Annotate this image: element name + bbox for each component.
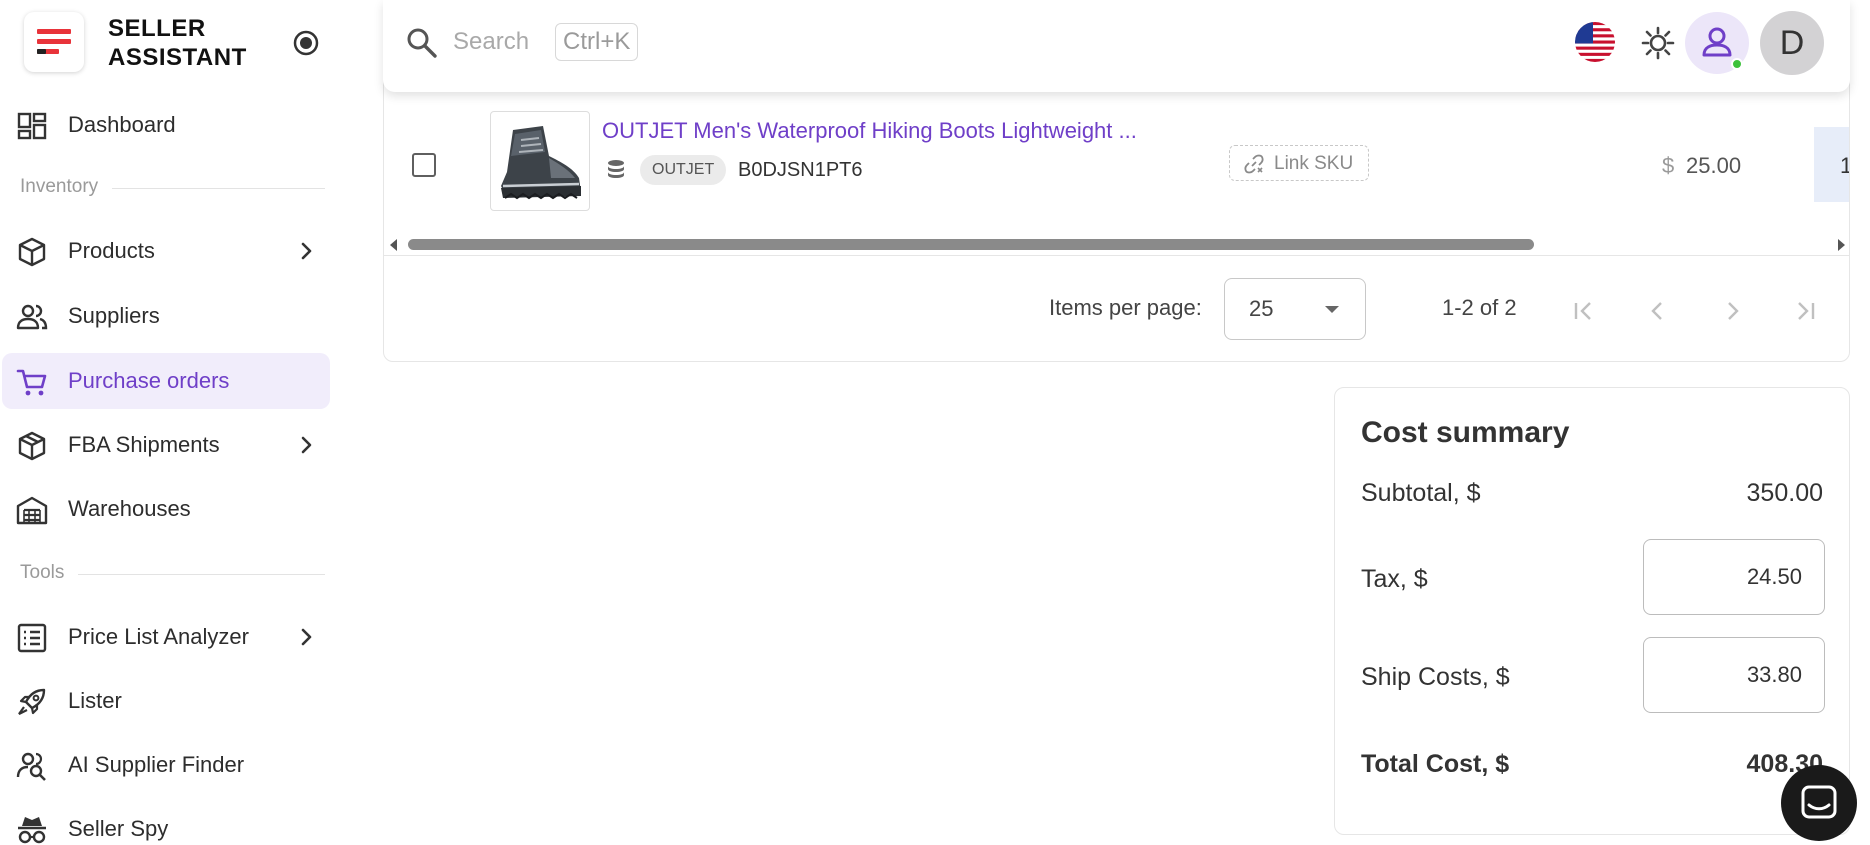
section-label: Tools [20, 562, 79, 584]
subtotal-value: 350.00 [1746, 479, 1823, 507]
cost-summary-card: Cost summary Subtotal, $ 350.00 Tax, $ S… [1334, 387, 1850, 835]
sidebar-item-purchase-orders[interactable]: Purchase orders [2, 353, 330, 409]
sidebar-item-label: Suppliers [68, 303, 160, 328]
horizontal-scrollbar[interactable] [384, 233, 1849, 257]
rocket-icon [18, 688, 46, 715]
total-cost-label: Total Cost, $ [1361, 750, 1510, 778]
radio-toggle-icon [293, 30, 319, 56]
sidebar-item-label: Products [68, 238, 155, 263]
sidebar-item-products[interactable]: Products [2, 223, 330, 279]
box-icon [18, 237, 46, 267]
items-per-page-label: Items per page: [1049, 295, 1202, 320]
search-shortcut-hint: Ctrl+K [555, 23, 639, 61]
list-icon [17, 623, 47, 653]
sidebar-collapse-toggle[interactable] [292, 29, 320, 57]
avatar[interactable]: D [1760, 11, 1824, 75]
package-icon [18, 431, 46, 461]
database-icon [608, 160, 624, 178]
support-chat-button[interactable] [1781, 765, 1857, 841]
tax-label: Tax, $ [1361, 565, 1428, 593]
unit-price: 25.00 [1686, 153, 1742, 178]
table-row[interactable]: OUTJET Men's Waterproof Hiking Boots Lig… [384, 101, 1849, 228]
sidebar-item-label: Dashboard [68, 112, 176, 137]
section-tools: Tools [20, 562, 325, 586]
sidebar-item-label: Seller Spy [68, 816, 169, 841]
search-icon [407, 28, 437, 58]
sidebar-item-label: Purchase orders [68, 368, 230, 393]
scroll-right-arrow[interactable] [1838, 239, 1845, 251]
tax-field[interactable] [1643, 539, 1825, 615]
product-title-link[interactable]: OUTJET Men's Waterproof Hiking Boots Lig… [602, 118, 1137, 144]
prev-page-icon[interactable] [1644, 297, 1672, 325]
sidebar-item-warehouses[interactable]: Warehouses [2, 481, 330, 537]
asin-label: B0DJSN1PT6 [738, 159, 863, 181]
brightness-icon[interactable] [1640, 25, 1676, 61]
chevron-right-icon [301, 436, 312, 454]
online-status-dot [1731, 58, 1743, 70]
subtotal-label: Subtotal, $ [1361, 479, 1481, 507]
caret-down-icon [1325, 306, 1339, 313]
app-root: SELLER ASSISTANT Dashboard Inventory Pro… [0, 0, 1870, 845]
quantity-value: 1 [1840, 153, 1849, 179]
language-selector[interactable] [1575, 22, 1615, 62]
first-page-icon[interactable] [1569, 297, 1597, 325]
sidebar-item-dashboard[interactable]: Dashboard [2, 97, 330, 153]
brand-logo[interactable] [24, 12, 84, 72]
sidebar-item-ai-supplier-finder[interactable]: AI Supplier Finder [2, 737, 330, 793]
brand-name: SELLER ASSISTANT [108, 14, 247, 72]
sidebar-item-label: Warehouses [68, 496, 191, 521]
link-icon [1244, 154, 1264, 174]
link-sku-button[interactable]: Link SKU [1229, 145, 1369, 181]
items-per-page-select[interactable]: 25 [1224, 278, 1366, 340]
brand: SELLER ASSISTANT [24, 12, 324, 72]
sidebar-item-suppliers[interactable]: Suppliers [2, 288, 330, 344]
table-divider [384, 255, 1849, 256]
hiking-boot-image [501, 126, 581, 200]
sidebar-item-label: Lister [68, 688, 122, 713]
sidebar-item-seller-spy[interactable]: Seller Spy [2, 801, 330, 845]
sidebar: SELLER ASSISTANT Dashboard Inventory Pro… [0, 0, 335, 845]
chevron-right-icon [301, 628, 312, 646]
next-page-icon[interactable] [1718, 297, 1746, 325]
spy-icon [18, 817, 46, 844]
row-checkbox[interactable] [412, 153, 436, 177]
sidebar-item-label: FBA Shipments [68, 432, 220, 457]
sidebar-item-label: Price List Analyzer [68, 624, 249, 649]
currency-symbol: $ [1662, 153, 1675, 178]
people-icon [16, 304, 48, 330]
top-bar: Ctrl+K D [383, 0, 1850, 92]
scroll-left-arrow[interactable] [390, 239, 397, 251]
warehouse-icon [16, 496, 48, 525]
pagination-range: 1-2 of 2 [1442, 295, 1517, 320]
logo-bars-icon [37, 29, 71, 54]
last-page-icon[interactable] [1792, 297, 1820, 325]
sidebar-item-fba-shipments[interactable]: FBA Shipments [2, 417, 330, 473]
chevron-right-icon [301, 242, 312, 260]
chat-icon [1801, 785, 1837, 819]
sidebar-item-label: AI Supplier Finder [68, 752, 245, 777]
brand-name-line1: SELLER [108, 15, 206, 42]
items-per-page-value: 25 [1249, 296, 1274, 321]
ship-costs-label: Ship Costs, $ [1361, 663, 1510, 691]
cart-icon [16, 369, 47, 396]
us-flag-icon [1575, 22, 1615, 62]
sidebar-item-price-list-analyzer[interactable]: Price List Analyzer [2, 609, 330, 665]
section-label: Inventory [20, 176, 113, 198]
link-sku-label: Link SKU [1274, 153, 1354, 174]
ship-costs-field[interactable] [1643, 637, 1825, 713]
dashboard-icon [17, 112, 47, 140]
section-inventory: Inventory [20, 176, 325, 200]
scrollbar-thumb[interactable] [408, 239, 1534, 250]
product-thumbnail[interactable] [490, 111, 590, 211]
brand-chip: OUTJET [640, 155, 727, 185]
sidebar-item-lister[interactable]: Lister [2, 673, 330, 729]
brand-name-line2: ASSISTANT [108, 44, 247, 71]
cost-summary-title: Cost summary [1361, 416, 1570, 449]
people-search-icon [16, 752, 46, 781]
